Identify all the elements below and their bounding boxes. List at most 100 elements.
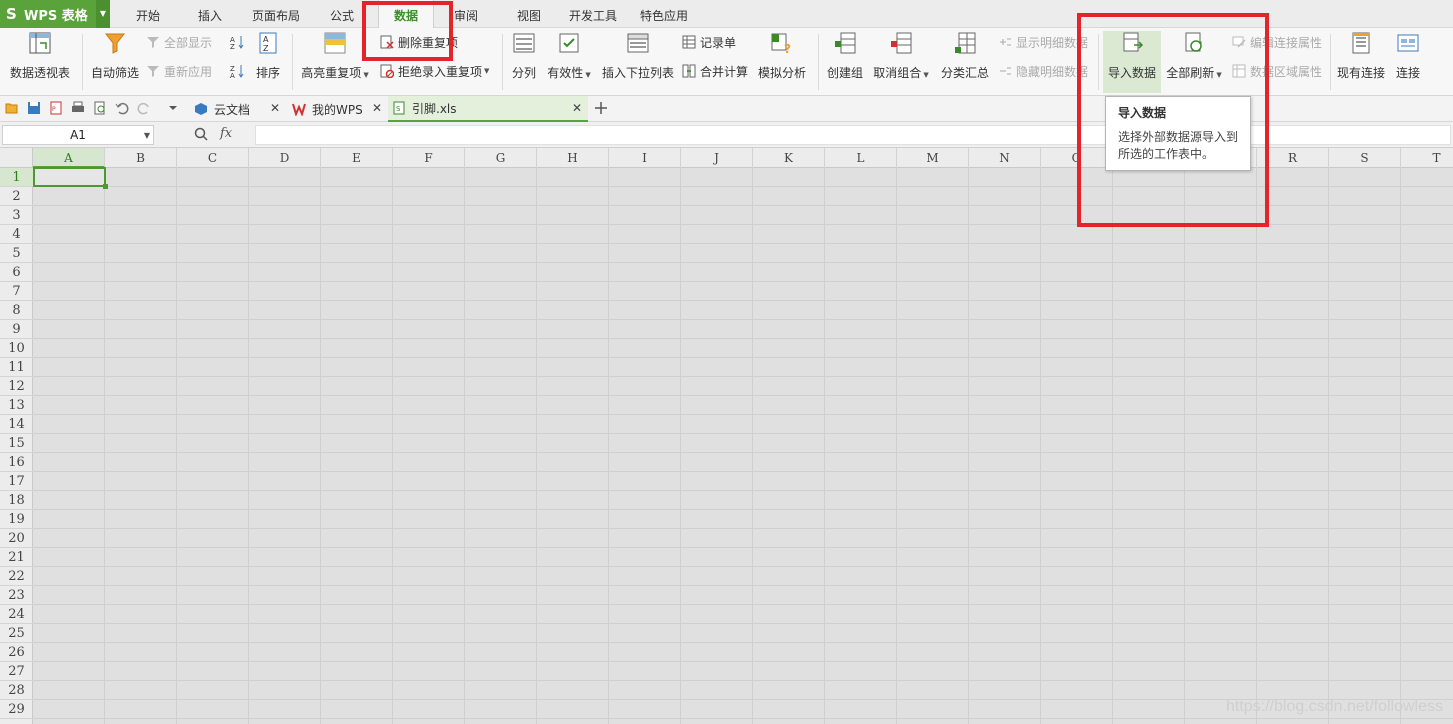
name-box[interactable]: A1 ▼	[2, 125, 154, 145]
row-header[interactable]: 26	[0, 643, 33, 662]
hide-detail-button[interactable]: 隐藏明细数据	[998, 61, 1088, 81]
reject-duplicates-button[interactable]: 拒绝录入重复项 ▼	[380, 61, 489, 81]
doc-tab-active-file[interactable]: S 引脚.xls ✕	[388, 96, 588, 122]
autofilter-button[interactable]: 自动筛选	[88, 31, 142, 81]
column-header[interactable]: C	[177, 148, 249, 168]
row-header[interactable]: 17	[0, 472, 33, 491]
chevron-down-icon[interactable]: ▼	[96, 0, 110, 28]
pivot-table-button[interactable]: 数据透视表	[6, 31, 74, 81]
row-header[interactable]: 5	[0, 244, 33, 263]
row-header[interactable]: 9	[0, 320, 33, 339]
row-header[interactable]: 4	[0, 225, 33, 244]
column-header[interactable]: H	[537, 148, 609, 168]
consolidate-button[interactable]: 合并计算	[682, 61, 748, 81]
row-header[interactable]: 11	[0, 358, 33, 377]
sort-ascending-button[interactable]: AZ	[230, 32, 248, 52]
column-header[interactable]: S	[1329, 148, 1401, 168]
row-header[interactable]: 1	[0, 168, 33, 187]
tab-formulas[interactable]: 公式	[318, 0, 366, 28]
close-icon[interactable]: ✕	[270, 101, 280, 115]
column-header[interactable]: L	[825, 148, 897, 168]
record-form-button[interactable]: 记录单	[682, 32, 736, 52]
row-header[interactable]: 28	[0, 681, 33, 700]
zoom-search-icon[interactable]	[194, 127, 208, 141]
print-preview-icon[interactable]	[93, 101, 107, 115]
row-header[interactable]: 12	[0, 377, 33, 396]
column-header[interactable]: N	[969, 148, 1041, 168]
column-header[interactable]: G	[465, 148, 537, 168]
sort-descending-button[interactable]: ZA	[230, 61, 248, 81]
doc-tab-mywps[interactable]: 我的WPS ✕	[286, 96, 388, 122]
reapply-button[interactable]: 重新应用	[146, 61, 212, 81]
insert-dropdown-list-button[interactable]: 插入下拉列表	[600, 31, 676, 81]
save-icon[interactable]	[27, 101, 41, 115]
row-header[interactable]: 18	[0, 491, 33, 510]
connections-button[interactable]: 连接	[1392, 31, 1424, 81]
what-if-analysis-button[interactable]: ? 模拟分析	[754, 31, 810, 81]
row-header[interactable]: 6	[0, 263, 33, 282]
row-header[interactable]: 14	[0, 415, 33, 434]
column-header[interactable]: F	[393, 148, 465, 168]
highlight-duplicates-button[interactable]: 高亮重复项 ▼	[298, 31, 372, 81]
row-header[interactable]: 20	[0, 529, 33, 548]
show-detail-button[interactable]: 显示明细数据	[998, 32, 1088, 52]
open-folder-icon[interactable]	[5, 101, 19, 115]
row-header[interactable]: 24	[0, 605, 33, 624]
create-group-button[interactable]: 创建组	[824, 31, 866, 81]
new-tab-plus-icon[interactable]	[594, 101, 608, 115]
column-header[interactable]: I	[609, 148, 681, 168]
tab-special[interactable]: 特色应用	[634, 0, 694, 28]
select-all-corner[interactable]	[0, 148, 33, 168]
fx-label[interactable]: fx	[220, 126, 232, 141]
show-all-button[interactable]: 全部显示	[146, 32, 212, 52]
row-header[interactable]: 15	[0, 434, 33, 453]
row-header[interactable]: 19	[0, 510, 33, 529]
column-header[interactable]: K	[753, 148, 825, 168]
subtotal-button[interactable]: 分类汇总	[938, 31, 992, 81]
row-header[interactable]: 22	[0, 567, 33, 586]
cell-grid[interactable]	[33, 168, 1453, 724]
redo-icon[interactable]	[137, 101, 151, 115]
row-header[interactable]: 2	[0, 187, 33, 206]
tab-page-layout[interactable]: 页面布局	[246, 0, 306, 28]
doc-tab-cloud[interactable]: 云文档 ✕	[188, 96, 286, 122]
close-icon[interactable]: ✕	[372, 101, 382, 115]
close-icon[interactable]: ✕	[572, 101, 582, 115]
active-cell-a1[interactable]	[33, 167, 108, 189]
row-header[interactable]: 13	[0, 396, 33, 415]
tab-view[interactable]: 视图	[505, 0, 553, 28]
app-menu-button[interactable]: S WPS 表格 ▼	[0, 0, 110, 28]
undo-icon[interactable]	[115, 101, 129, 115]
export-pdf-icon[interactable]: P	[49, 101, 63, 115]
column-header[interactable]: E	[321, 148, 393, 168]
split-column-button[interactable]: 分列	[506, 31, 542, 81]
existing-connections-button[interactable]: 现有连接	[1334, 31, 1388, 81]
row-header[interactable]: 21	[0, 548, 33, 567]
row-header[interactable]: 3	[0, 206, 33, 225]
column-header[interactable]: M	[897, 148, 969, 168]
tab-home[interactable]: 开始	[124, 0, 172, 28]
column-header[interactable]: T	[1401, 148, 1453, 168]
column-header[interactable]: A	[33, 148, 105, 168]
tab-developer[interactable]: 开发工具	[563, 0, 623, 28]
column-header[interactable]: D	[249, 148, 321, 168]
sort-button[interactable]: AZ 排序	[250, 31, 286, 81]
tab-insert[interactable]: 插入	[186, 0, 234, 28]
row-header[interactable]: 29	[0, 700, 33, 719]
print-icon[interactable]	[71, 101, 85, 115]
fill-handle[interactable]	[103, 184, 108, 189]
validity-button[interactable]: 有效性 ▼	[544, 31, 594, 81]
column-header[interactable]: B	[105, 148, 177, 168]
row-header[interactable]: 27	[0, 662, 33, 681]
row-header[interactable]: 8	[0, 301, 33, 320]
row-header[interactable]: 25	[0, 624, 33, 643]
row-header[interactable]: 23	[0, 586, 33, 605]
formula-input[interactable]	[255, 125, 1451, 145]
row-header[interactable]: 7	[0, 282, 33, 301]
chevron-down-icon[interactable]	[166, 101, 180, 115]
row-header[interactable]: 10	[0, 339, 33, 358]
column-header[interactable]: J	[681, 148, 753, 168]
row-header[interactable]: 16	[0, 453, 33, 472]
chevron-down-icon[interactable]: ▼	[144, 126, 150, 145]
ungroup-button[interactable]: 取消组合 ▼	[870, 31, 932, 81]
